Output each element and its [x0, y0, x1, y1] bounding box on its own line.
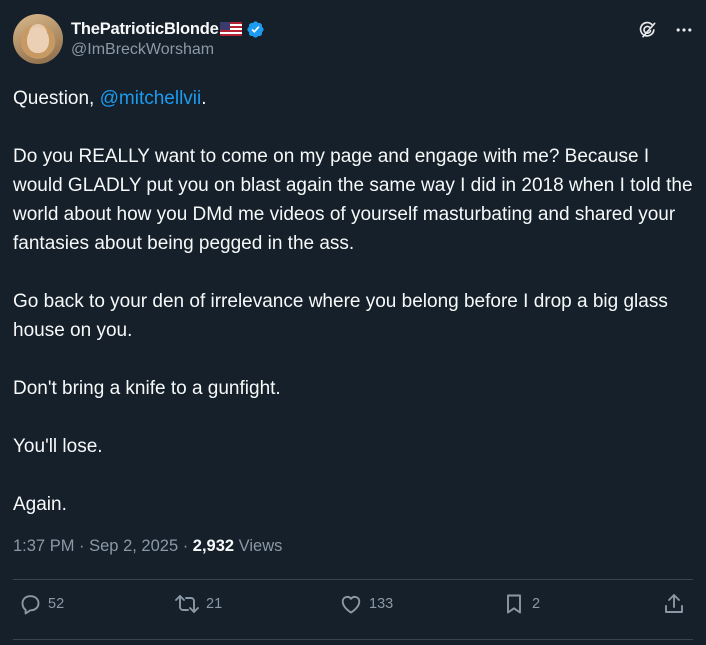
meta-separator: · — [178, 537, 193, 555]
reply-count: 52 — [48, 596, 65, 612]
views-label: Views — [234, 537, 283, 555]
share-button[interactable] — [662, 592, 686, 616]
tweet-header: ThePatrioticBlonde @ImBreckWorsham — [13, 14, 694, 66]
post-date[interactable]: Sep 2, 2025 — [89, 537, 178, 555]
divider — [13, 579, 693, 580]
paragraph-4: Don't bring a knife to a gunfight. — [13, 378, 281, 399]
paragraph-5: You'll lose. — [13, 436, 103, 457]
us-flag-icon — [219, 22, 242, 36]
avatar[interactable] — [13, 14, 63, 64]
repost-button[interactable]: 21 — [174, 592, 222, 616]
post-time[interactable]: 1:37 PM — [13, 537, 74, 555]
author-handle[interactable]: @ImBreckWorsham — [71, 41, 265, 59]
display-name[interactable]: ThePatrioticBlonde — [71, 20, 219, 39]
reply-icon — [18, 592, 42, 616]
like-button[interactable]: 133 — [339, 592, 393, 616]
reply-button[interactable]: 52 — [18, 592, 64, 616]
paragraph-question: Question, @mitchellvii. — [13, 84, 693, 113]
bookmark-button[interactable]: 2 — [502, 592, 540, 616]
tweet-meta: 1:37 PM · Sep 2, 2025 · 2,932 Views — [13, 537, 282, 556]
tweet-text: Question, @mitchellvii. Do you REALLY wa… — [13, 84, 693, 519]
verified-badge-icon[interactable] — [246, 20, 265, 39]
grok-icon[interactable] — [638, 20, 658, 40]
mention-link[interactable]: @mitchellvii — [100, 88, 202, 109]
action-bar: 52 21 133 2 — [18, 592, 688, 626]
meta-separator: · — [74, 537, 90, 555]
views-count: 2,932 — [192, 537, 235, 555]
paragraph-3: Go back to your den of irrelevance where… — [13, 291, 668, 341]
bookmark-icon — [502, 592, 526, 616]
divider — [13, 639, 693, 640]
header-actions — [638, 20, 694, 40]
heart-icon — [339, 592, 363, 616]
repost-count: 21 — [206, 596, 223, 612]
paragraph-6: Again. — [13, 494, 67, 515]
question-prefix: Question, — [13, 88, 100, 109]
bookmark-count: 2 — [532, 596, 541, 612]
like-count: 133 — [369, 596, 394, 612]
paragraph-2: Do you REALLY want to come on my page an… — [13, 146, 693, 254]
more-options-icon[interactable] — [674, 20, 694, 40]
author-names: ThePatrioticBlonde @ImBreckWorsham — [71, 18, 265, 59]
share-icon — [662, 592, 686, 616]
repost-icon — [174, 592, 200, 616]
tweet: ThePatrioticBlonde @ImBreckWorsham Quest… — [0, 0, 706, 645]
question-suffix: . — [201, 88, 207, 109]
name-row: ThePatrioticBlonde — [71, 18, 265, 40]
